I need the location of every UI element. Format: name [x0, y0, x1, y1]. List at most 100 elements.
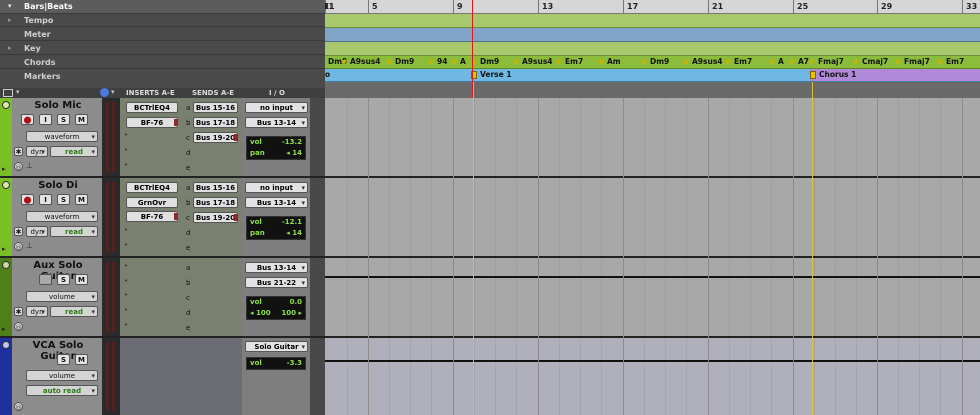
chord-marker[interactable]: Fmaj7	[895, 56, 930, 68]
chords-lane[interactable]: Dm9 A9sus4 Dm9 94 A Dm9 A9sus4 Em7 Am Dm…	[325, 56, 980, 69]
timeline[interactable]: 1 5 9 13 17 21 25 29 33 Dm9 A9sus4 Dm9 9…	[325, 0, 980, 415]
markers-ruler[interactable]: Markers	[0, 70, 325, 88]
menu-arrow-icon[interactable]: ▾	[111, 88, 115, 96]
track-color-strip[interactable]	[0, 338, 12, 415]
meter-lane[interactable]	[325, 28, 980, 42]
tempo-lane[interactable]	[325, 14, 980, 28]
send-slot-c[interactable]: Bus 19-20	[193, 212, 238, 223]
audio-lane-aux[interactable]	[325, 258, 980, 338]
volume-display[interactable]: vol -3.3	[246, 357, 306, 370]
track-view-selector[interactable]: volume	[26, 370, 98, 381]
output-selector[interactable]: Bus 13-14	[245, 197, 308, 208]
insert-slot-b[interactable]: GrnOvr	[126, 197, 178, 208]
chord-marker[interactable]: Fmaj7	[809, 56, 844, 68]
playhead-cursor[interactable]	[472, 0, 473, 98]
input-selector[interactable]: Bus 13-14	[245, 262, 308, 273]
chord-marker[interactable]: A	[769, 56, 784, 68]
volume-automation-line[interactable]	[325, 276, 980, 278]
track-color-strip[interactable]: ▸	[0, 258, 12, 336]
insert-slot-c[interactable]: BF-76	[126, 211, 178, 222]
pan-value[interactable]: ◂ 14	[286, 148, 302, 159]
track-expand-icon[interactable]	[2, 181, 10, 189]
timebase-icon[interactable]: ◎	[14, 162, 23, 171]
insert-slot-b[interactable]: •	[124, 277, 128, 285]
markers-lane[interactable]: o Verse 1 Chorus 1	[325, 69, 980, 82]
volume-pan-display[interactable]: vol -12.1 pan ◂ 14	[246, 216, 306, 240]
insert-slot-d[interactable]: •	[124, 306, 128, 314]
input-monitor-button[interactable]: I	[39, 194, 52, 205]
timebase-icon[interactable]: ◎	[14, 402, 23, 411]
chord-marker[interactable]: Dm9	[471, 56, 499, 68]
output-selector[interactable]: Bus 21-22	[245, 277, 308, 288]
audio-lane-solo-mic[interactable]	[325, 98, 980, 178]
meter-ruler[interactable]: Meter	[0, 28, 325, 41]
track-view-selector[interactable]: volume	[26, 291, 98, 302]
chord-marker[interactable]: Em7	[725, 56, 752, 68]
marker-chorus-1[interactable]: Chorus 1	[810, 69, 856, 81]
collapse-arrow-icon[interactable]: ▾	[8, 0, 12, 13]
track-color-strip[interactable]: ▸	[0, 178, 12, 256]
chord-marker[interactable]: A	[451, 56, 466, 68]
automation-mode-selector[interactable]: auto read	[26, 385, 98, 396]
key-lane[interactable]	[325, 42, 980, 56]
track-expand-icon[interactable]	[2, 341, 10, 349]
track-list-icon[interactable]	[3, 89, 13, 97]
insert-slot-e[interactable]: •	[124, 321, 128, 329]
marker-partial[interactable]: o	[325, 69, 330, 81]
dyn-selector[interactable]: dyn	[26, 146, 48, 157]
send-slot-c[interactable]: Bus 19-20	[193, 132, 238, 143]
chord-marker[interactable]: A9sus4	[513, 56, 553, 68]
insert-slot-c[interactable]: •	[124, 131, 128, 139]
insert-slot-c[interactable]: •	[124, 291, 128, 299]
track-view-selector[interactable]: waveform	[26, 131, 98, 142]
insert-slot-a[interactable]: BCTrlEQ4	[126, 182, 178, 193]
chord-marker[interactable]: A9sus4	[341, 56, 381, 68]
send-slot-c[interactable]: c	[186, 294, 190, 302]
key-ruler[interactable]: ▸ Key	[0, 42, 325, 55]
elastic-audio-icon[interactable]: ✱	[14, 227, 23, 236]
volume-pan-display[interactable]: vol -13.2 pan ◂ 14	[246, 136, 306, 160]
pan-left-value[interactable]: ◂ 100	[250, 308, 271, 319]
volume-value[interactable]: 0.0	[290, 297, 302, 308]
expand-arrow-icon[interactable]: ▸	[8, 14, 12, 27]
volume-value[interactable]: -12.1	[282, 217, 302, 228]
chord-marker[interactable]: Am	[598, 56, 621, 68]
input-monitor-button[interactable]: I	[39, 114, 52, 125]
insert-slot-b[interactable]: BF-76	[126, 117, 178, 128]
solo-button[interactable]: S	[57, 274, 70, 285]
track-name[interactable]: Solo Mic	[18, 100, 98, 111]
send-slot-b[interactable]: Bus 17-18	[193, 117, 238, 128]
insert-slot-d[interactable]: •	[124, 146, 128, 154]
send-slot-a[interactable]: a	[186, 264, 190, 272]
mute-button[interactable]: M	[75, 354, 88, 365]
input-selector[interactable]: no input	[245, 102, 308, 113]
record-enable-button[interactable]: ⬤	[21, 114, 34, 125]
dyn-selector[interactable]: dyn	[26, 226, 48, 237]
volume-pan-display[interactable]: vol 0.0 ◂ 100 100 ▸	[246, 296, 306, 320]
send-slot-e[interactable]: e	[186, 164, 190, 172]
playlist-icon[interactable]: ⊥	[26, 241, 33, 250]
chord-marker[interactable]: Em7	[556, 56, 583, 68]
chord-marker[interactable]: A7	[789, 56, 809, 68]
tempo-ruler[interactable]: ▸ Tempo	[0, 14, 325, 27]
track-expand-icon[interactable]	[2, 101, 10, 109]
send-slot-d[interactable]: d	[186, 149, 190, 157]
output-selector[interactable]: Bus 13-14	[245, 117, 308, 128]
pan-value[interactable]: ◂ 14	[286, 228, 302, 239]
dyn-selector[interactable]: dyn	[26, 306, 48, 317]
mute-button[interactable]: M	[75, 194, 88, 205]
vca-automation-line[interactable]	[325, 360, 980, 362]
record-enable-button[interactable]: ⬤	[21, 194, 34, 205]
elastic-audio-icon[interactable]: ✱	[14, 307, 23, 316]
chord-marker[interactable]: Em7	[937, 56, 964, 68]
vca-group-selector[interactable]: Solo Guitar	[245, 341, 308, 352]
solo-button[interactable]: S	[57, 114, 70, 125]
track-expand-icon[interactable]	[2, 261, 10, 269]
chord-marker[interactable]: Dm9	[386, 56, 414, 68]
playlist-icon[interactable]: ⊥	[26, 161, 33, 170]
bars-beats-ruler[interactable]: ▾ Bars|Beats	[0, 0, 325, 14]
audio-lane-solo-di[interactable]	[325, 178, 980, 258]
marker-verse-1[interactable]: Verse 1	[471, 69, 512, 81]
insert-slot-a[interactable]: BCTrlEQ4	[126, 102, 178, 113]
timebase-icon[interactable]: ◎	[14, 242, 23, 251]
